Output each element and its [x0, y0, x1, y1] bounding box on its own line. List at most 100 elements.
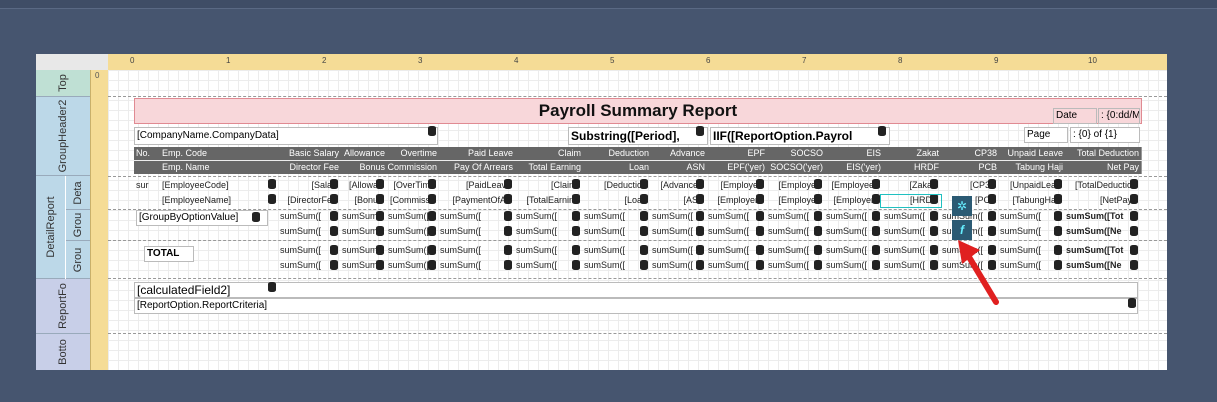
sum-cell[interactable]: sumSum([: [342, 259, 378, 271]
sum-cell[interactable]: sumSum([: [826, 225, 874, 237]
detail-cell[interactable]: [AS: [650, 194, 700, 206]
column-header[interactable]: Advance: [650, 147, 708, 160]
function-icon[interactable]: f: [952, 220, 972, 240]
detail-cell[interactable]: [Loa: [582, 194, 644, 206]
period-field[interactable]: Substring([Period],: [568, 127, 708, 145]
detail-cell[interactable]: [CP3: [940, 179, 992, 191]
detail-cell[interactable]: [Advance: [650, 179, 700, 191]
band-bottom[interactable]: Botto: [36, 334, 90, 370]
detail-cell[interactable]: [NetPay: [1064, 194, 1134, 206]
detail-cell[interactable]: [Employe: [766, 179, 818, 191]
column-header[interactable]: CP38: [940, 147, 1000, 160]
column-header[interactable]: Claim: [514, 147, 584, 160]
sum-cell[interactable]: sumSum([: [708, 244, 758, 256]
detail-cell[interactable]: [Employer: [824, 194, 876, 206]
sum-cell[interactable]: sumSum([: [826, 244, 874, 256]
band-report-footer[interactable]: ReportFo: [36, 279, 90, 334]
column-header[interactable]: EIS: [824, 147, 884, 160]
sum-cell[interactable]: sumSum([: [388, 244, 430, 256]
sum-cell[interactable]: sumSum([: [768, 244, 816, 256]
sum-cell[interactable]: sumSum([: [516, 244, 574, 256]
sum-cell[interactable]: sumSum([: [1000, 210, 1056, 222]
page-value[interactable]: : {0} of {1}: [1070, 127, 1140, 143]
sum-cell[interactable]: sumSum([: [584, 225, 642, 237]
column-header[interactable]: Allowance: [340, 147, 388, 160]
detail-cell[interactable]: sur: [134, 179, 154, 191]
sum-cell[interactable]: sumSum([: [1000, 225, 1056, 237]
column-header[interactable]: Total Deduction: [1064, 147, 1142, 160]
column-header[interactable]: Emp. Code: [160, 147, 280, 160]
sum-cell[interactable]: sumSum([: [280, 259, 332, 271]
sum-cell[interactable]: sumSum([: [884, 244, 932, 256]
sum-cell[interactable]: sumSum([: [708, 225, 758, 237]
detail-cell[interactable]: [Employee: [824, 179, 876, 191]
detail-cell[interactable]: [DirectorFe: [278, 194, 334, 206]
company-name-field[interactable]: [CompanyName.CompanyData]: [134, 127, 438, 145]
sum-cell[interactable]: sumSum([: [708, 259, 758, 271]
detail-cell[interactable]: [TabungHa: [998, 194, 1058, 206]
sum-cell[interactable]: sumSum([: [652, 210, 698, 222]
settings-icon[interactable]: ✲: [952, 196, 972, 216]
detail-cell[interactable]: [Deductio: [582, 179, 644, 191]
column-header[interactable]: Emp. Name: [160, 161, 280, 174]
band-detail-report[interactable]: DetailReport: [36, 176, 65, 279]
sum-cell[interactable]: sumSum([: [440, 225, 506, 237]
column-header[interactable]: Loan: [582, 161, 652, 174]
detail-cell[interactable]: [Commiss: [386, 194, 432, 206]
sum-cell[interactable]: sumSum([: [342, 210, 378, 222]
sum-cell[interactable]: sumSum([Tot: [1066, 244, 1132, 256]
column-header[interactable]: Unpaid Leave: [998, 147, 1066, 160]
date-label[interactable]: Date: [1053, 108, 1097, 124]
column-header[interactable]: Basic Salary: [278, 147, 342, 160]
column-header[interactable]: Commission: [386, 161, 440, 174]
band-group-header[interactable]: GroupHeader2: [36, 97, 90, 176]
sum-cell[interactable]: sumSum([: [826, 259, 874, 271]
column-header[interactable]: SOCSO('yer): [766, 161, 826, 174]
column-header[interactable]: Director Fee: [278, 161, 342, 174]
sum-cell[interactable]: sumSum([: [1000, 244, 1056, 256]
sum-cell[interactable]: sumSum([: [440, 210, 506, 222]
detail-cell[interactable]: [Allowa: [340, 179, 380, 191]
detail-cell[interactable]: [OverTim: [386, 179, 432, 191]
sum-cell[interactable]: sumSum([: [280, 225, 332, 237]
band-top[interactable]: Top: [36, 70, 90, 97]
sum-cell[interactable]: sumSum([Tot: [1066, 210, 1132, 222]
column-header[interactable]: PCB: [940, 161, 1000, 174]
sum-cell[interactable]: sumSum([: [440, 244, 506, 256]
band-group-footer-2[interactable]: Grou: [66, 241, 90, 279]
detail-cell[interactable]: [EmployeeName]: [160, 194, 272, 206]
sum-cell[interactable]: sumSum([: [768, 259, 816, 271]
column-header[interactable]: No.: [134, 147, 162, 160]
sum-cell[interactable]: sumSum([: [280, 210, 332, 222]
column-header[interactable]: Paid Leave: [438, 147, 516, 160]
sum-cell[interactable]: sumSum([: [280, 244, 332, 256]
report-option-field[interactable]: IIF([ReportOption.Payrol: [710, 127, 890, 145]
sum-cell[interactable]: sumSum([: [388, 259, 430, 271]
sum-cell[interactable]: sumSum([: [884, 259, 932, 271]
sum-cell[interactable]: sumSum([: [708, 210, 758, 222]
sum-cell[interactable]: sumSum([: [884, 210, 932, 222]
sum-cell[interactable]: sumSum([: [516, 225, 574, 237]
page-label[interactable]: Page: [1024, 127, 1068, 143]
sum-cell[interactable]: sumSum([: [768, 210, 816, 222]
detail-cell[interactable]: [PaidLeav: [438, 179, 508, 191]
column-header[interactable]: Zakat: [882, 147, 942, 160]
sum-cell[interactable]: sumSum([: [342, 225, 378, 237]
date-value[interactable]: : {0:dd/MM/yy: [1098, 108, 1140, 124]
sum-cell[interactable]: sumSum([: [388, 210, 430, 222]
report-canvas[interactable]: Payroll Summary Report Date : {0:dd/MM/y…: [108, 70, 1167, 370]
column-header[interactable]: Overtime: [386, 147, 440, 160]
detail-cell[interactable]: [Zaka: [882, 179, 934, 191]
detail-cell[interactable]: [Employer: [706, 194, 760, 206]
report-designer-surface[interactable]: 0 1 2 3 4 5 6 7 8 9 10 Top GroupHeader2 …: [36, 54, 1167, 370]
detail-cell[interactable]: [Employe: [706, 179, 760, 191]
selected-cell-outline[interactable]: [880, 194, 942, 208]
detail-cell[interactable]: [TotalDeductio: [1064, 179, 1134, 191]
detail-cell[interactable]: [PaymentOfA: [438, 194, 508, 206]
sum-cell[interactable]: sumSum([: [652, 244, 698, 256]
sum-cell[interactable]: sumSum([: [768, 225, 816, 237]
column-header[interactable]: Total Earning: [514, 161, 584, 174]
detail-cell[interactable]: [TotalEarnin: [514, 194, 576, 206]
sum-cell[interactable]: sumSum([: [884, 225, 932, 237]
group-by-option-field[interactable]: [GroupByOptionValue]: [136, 210, 268, 226]
